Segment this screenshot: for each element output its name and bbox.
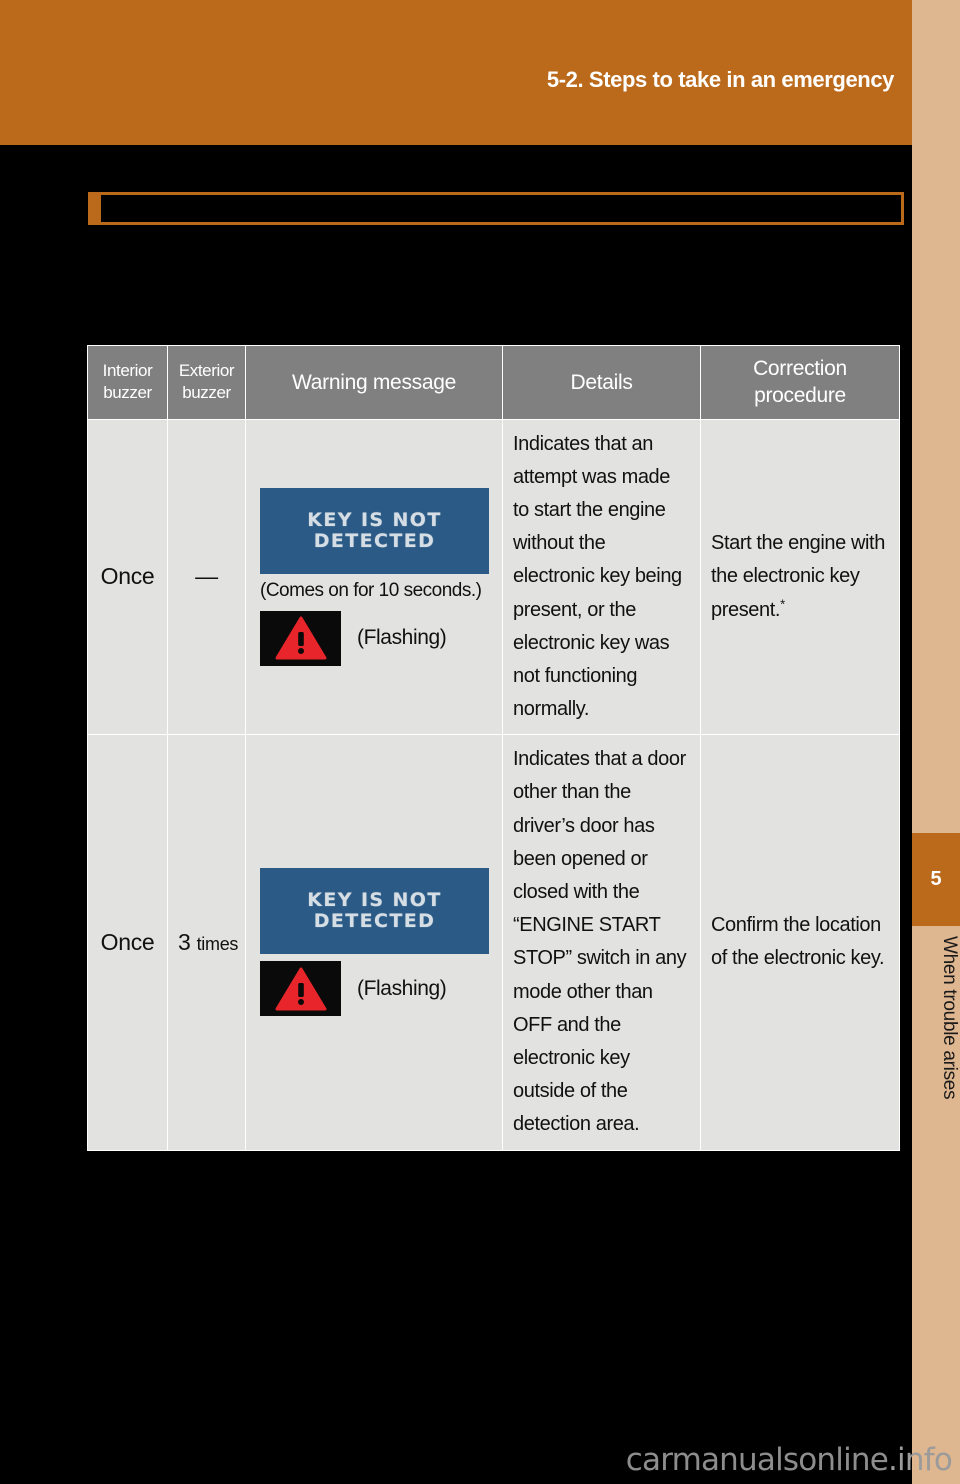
warning-triangle-icon: [260, 961, 341, 1017]
instrument-display-panel: KEY IS NOT DETECTED: [260, 487, 489, 574]
cell-exterior-buzzer: 3 times: [167, 734, 246, 1151]
column-header-line1: Interior: [102, 361, 153, 381]
cell-correction-procedure: Confirm the location of the electronic k…: [700, 734, 900, 1151]
cell-interior-buzzer: Once: [87, 418, 168, 736]
column-header-line1: Warning message: [292, 370, 456, 394]
footnote-marker: *: [780, 595, 785, 611]
column-header-line2: buzzer: [103, 383, 152, 403]
column-header-line1: Correction: [753, 357, 847, 380]
buzzer-count-number: 3: [178, 928, 191, 955]
cell-interior-buzzer: Once: [87, 734, 168, 1151]
cell-warning-message: KEY IS NOT DETECTED (Comes on for 10 sec…: [245, 418, 503, 736]
cell-correction-procedure: Start the engine with the electronic key…: [700, 418, 900, 736]
table-row: Once — KEY IS NOT DETECTED (Comes on for…: [87, 418, 900, 736]
chapter-title-vertical: When trouble arises: [939, 936, 960, 1100]
display-text-line2: DETECTED: [313, 910, 436, 933]
chapter-number-badge: 5: [912, 833, 960, 926]
display-text-line2: DETECTED: [313, 529, 436, 552]
site-watermark: carmanualsonline.info: [625, 1442, 953, 1478]
warning-indicator-label: (Flashing): [357, 626, 447, 650]
instrument-display-panel: KEY IS NOT DETECTED: [260, 868, 489, 955]
cell-details: Indicates that an attempt was made to st…: [502, 418, 701, 736]
display-duration-caption: (Comes on for 10 seconds.): [260, 579, 482, 601]
page-title: 5-2. Steps to take in an emergency: [546, 67, 894, 92]
display-text-line1: KEY IS NOT: [307, 508, 442, 531]
column-header-exterior-buzzer: Exterior buzzer: [167, 345, 246, 420]
column-header-correction-procedure: Correction procedure: [700, 345, 900, 420]
table-header-row: Interior buzzer Exterior buzzer Warning …: [87, 345, 900, 420]
chapter-sidebar: 5 When trouble arises: [912, 0, 960, 1484]
warning-triangle-icon: [260, 610, 341, 666]
column-header-line1: Exterior: [178, 361, 235, 381]
buzzer-count-unit: times: [196, 933, 239, 954]
column-header-interior-buzzer: Interior buzzer: [87, 345, 168, 420]
display-text-line1: KEY IS NOT: [307, 889, 442, 912]
table-row: Once 3 times KEY IS NOT DETECTED (Flashi…: [87, 734, 900, 1151]
warning-message-table: Interior buzzer Exterior buzzer Warning …: [87, 345, 900, 1151]
column-header-warning-message: Warning message: [245, 345, 503, 420]
cell-exterior-buzzer: —: [167, 418, 246, 736]
section-heading-box: [88, 192, 904, 225]
column-header-details: Details: [502, 345, 701, 420]
cell-details: Indicates that a door other than the dri…: [502, 734, 701, 1151]
column-header-line1: Details: [570, 370, 633, 394]
warning-indicator-group: (Flashing): [260, 610, 447, 666]
warning-indicator-group: (Flashing): [260, 961, 447, 1017]
watermark-main: carmanualsonline: [625, 1442, 889, 1478]
page-root: 5-2. Steps to take in an emergency Inter…: [0, 0, 960, 1484]
correction-text: Start the engine with the electronic key…: [711, 532, 885, 621]
column-header-line2: buzzer: [182, 383, 231, 403]
cell-warning-message: KEY IS NOT DETECTED (Flashing): [245, 734, 503, 1151]
watermark-suffix: .info: [888, 1442, 953, 1478]
page-header-band: 5-2. Steps to take in an emergency: [0, 0, 912, 145]
column-header-line2: procedure: [754, 384, 846, 408]
warning-indicator-label: (Flashing): [357, 976, 447, 1000]
correction-text: Confirm the location of the electronic k…: [711, 914, 885, 970]
